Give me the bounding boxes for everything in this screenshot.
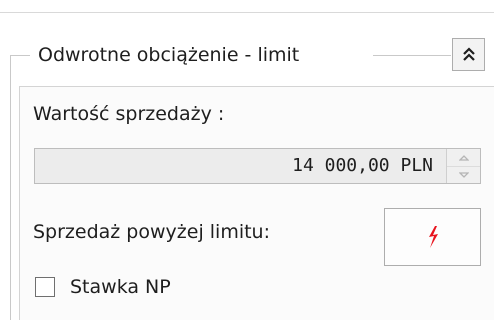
double-chevron-up-icon xyxy=(462,46,475,61)
group-border-left-segment xyxy=(10,55,30,56)
top-divider xyxy=(0,12,494,13)
arrow-down-icon xyxy=(458,171,469,178)
spinner-up-button[interactable] xyxy=(447,149,480,167)
np-rate-label[interactable]: Stawka NP xyxy=(70,274,171,300)
over-limit-label: Sprzedaż powyżej limitu: xyxy=(33,221,270,243)
collapse-button[interactable] xyxy=(452,38,485,71)
red-lightning-icon xyxy=(428,226,438,248)
sales-value-amount: 14 000,00 PLN xyxy=(292,155,433,176)
group-border-side xyxy=(10,55,11,320)
sales-value-spinner[interactable] xyxy=(446,149,480,183)
sales-value-field[interactable]: 14 000,00 PLN xyxy=(34,148,481,184)
group-border-right-segment xyxy=(373,55,451,56)
over-limit-button[interactable] xyxy=(384,208,481,266)
sales-value-label: Wartość sprzedaży : xyxy=(33,103,225,125)
group-title: Odwrotne obciążenie - limit xyxy=(38,44,300,66)
np-rate-checkbox[interactable] xyxy=(35,277,55,297)
arrow-up-icon xyxy=(458,154,469,161)
spinner-down-button[interactable] xyxy=(447,166,480,183)
